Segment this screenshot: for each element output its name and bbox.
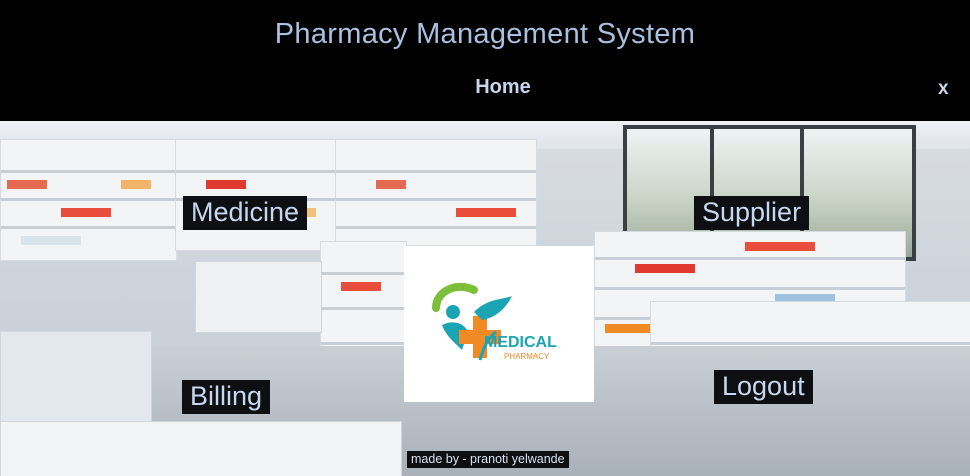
counter bbox=[0, 421, 402, 476]
wall-shelf bbox=[335, 139, 537, 246]
medical-pharmacy-logo-icon bbox=[432, 282, 512, 361]
medicine-button[interactable]: Medicine bbox=[183, 196, 308, 230]
logo-card: MEDICAL PHARMACY bbox=[404, 246, 594, 402]
supplier-button[interactable]: Supplier bbox=[694, 196, 810, 230]
logo-word-pharmacy: PHARMACY bbox=[504, 352, 550, 361]
credit-label: made by - pranoti yelwande bbox=[407, 451, 569, 468]
wall-shelf bbox=[0, 139, 177, 261]
page-title: Home bbox=[475, 76, 531, 98]
wall-shelf bbox=[175, 139, 337, 251]
close-button[interactable]: x bbox=[938, 78, 949, 100]
billing-button[interactable]: Billing bbox=[182, 380, 271, 414]
title-bar: Pharmacy Management System Home x bbox=[0, 0, 970, 121]
app-title: Pharmacy Management System bbox=[274, 18, 696, 50]
logo-word-medical: MEDICAL bbox=[484, 334, 557, 351]
counter bbox=[195, 261, 322, 333]
counter bbox=[0, 331, 152, 433]
logout-button[interactable]: Logout bbox=[714, 370, 813, 404]
